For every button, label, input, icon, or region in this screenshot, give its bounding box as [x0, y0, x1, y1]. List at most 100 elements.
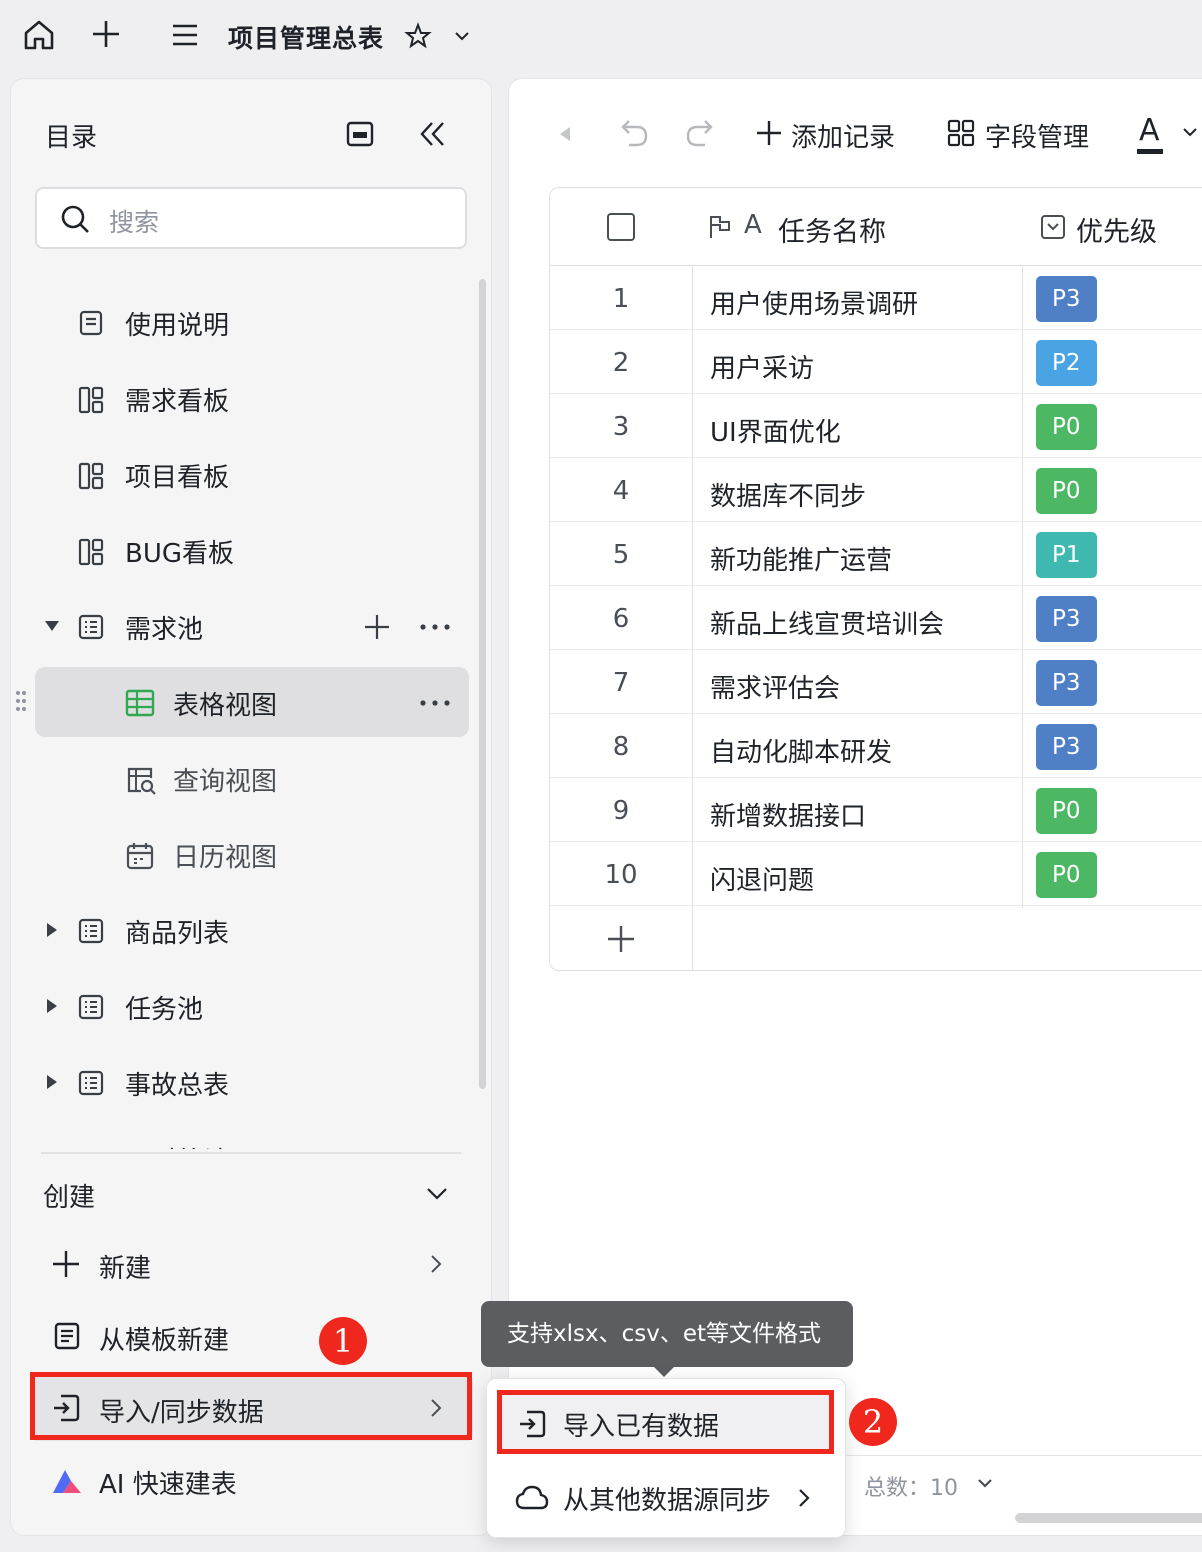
priority-tag[interactable]: P0	[1036, 404, 1097, 450]
priority-tag[interactable]: P0	[1036, 788, 1097, 834]
task-name-cell[interactable]: UI界面优化	[710, 412, 841, 449]
priority-tag[interactable]: P0	[1036, 852, 1097, 898]
priority-tag[interactable]: P3	[1036, 276, 1097, 322]
horizontal-scrollbar[interactable]	[1015, 1513, 1202, 1523]
task-name-cell[interactable]: 新功能推广运营	[710, 540, 892, 577]
add-row-icon[interactable]	[606, 924, 636, 954]
table-list-icon	[77, 613, 105, 641]
caret-right-icon[interactable]	[45, 997, 59, 1015]
priority-tag[interactable]: P2	[1036, 340, 1097, 386]
priority-tag[interactable]: P0	[1036, 468, 1097, 514]
table-row[interactable]: 5 新功能推广运营 P1	[550, 522, 1202, 586]
footer-divider	[839, 1455, 1202, 1456]
add-view-icon[interactable]	[363, 613, 391, 641]
record-total[interactable]: 总数：10	[864, 1470, 992, 1502]
sidebar-item-bug-board[interactable]: BUG看板	[11, 515, 493, 585]
priority-tag[interactable]: P1	[1036, 532, 1097, 578]
minimize-icon[interactable]	[345, 119, 375, 149]
flag-icon	[708, 214, 732, 240]
table-row[interactable]: 8 自动化脚本研发 P3	[550, 714, 1202, 778]
table-row[interactable]: 2 用户采访 P2	[550, 330, 1202, 394]
table-row[interactable]: 4 数据库不同步 P0	[550, 458, 1202, 522]
task-name-cell[interactable]: 新品上线宣贯培训会	[710, 604, 944, 641]
menu-icon[interactable]	[170, 20, 200, 50]
priority-tag[interactable]: P3	[1036, 596, 1097, 642]
single-select-icon	[1040, 214, 1066, 240]
task-name-cell[interactable]: 新增数据接口	[710, 796, 866, 833]
calendar-icon	[125, 841, 155, 871]
caret-right-icon[interactable]	[45, 921, 59, 939]
sync-other-source-item[interactable]: 从其他数据源同步	[501, 1467, 831, 1527]
undo-icon[interactable]	[619, 117, 651, 149]
row-number: 7	[612, 668, 630, 698]
sidebar-item-query-view[interactable]: 查询视图	[11, 743, 493, 813]
sidebar-item-grid-view[interactable]: 表格视图	[35, 667, 469, 737]
sidebar-item-project-board[interactable]: 项目看板	[11, 439, 493, 509]
caret-down-icon[interactable]	[43, 619, 61, 633]
sidebar-item-label: 查询视图	[173, 767, 278, 797]
sidebar-item-demand-pool[interactable]: 需求池	[11, 591, 493, 661]
table-row[interactable]: 1 用户使用场景调研 P3	[550, 266, 1202, 330]
priority-tag[interactable]: P3	[1036, 660, 1097, 706]
priority-tag[interactable]: P3	[1036, 724, 1097, 770]
sidebar-item-task-pool[interactable]: 任务池	[11, 971, 493, 1041]
sidebar-item-calendar-view[interactable]: 日历视图	[11, 819, 493, 889]
record-total-label: 总数：10	[864, 1476, 958, 1501]
caret-right-icon[interactable]	[45, 1073, 59, 1091]
collapse-sidebar-icon[interactable]	[417, 119, 447, 149]
table-row[interactable]: 3 UI界面优化 P0	[550, 394, 1202, 458]
ai-quick-table-button[interactable]: AI 快速建表	[31, 1449, 473, 1513]
more-icon[interactable]	[419, 699, 451, 707]
add-row[interactable]	[550, 906, 1202, 970]
table-list-icon	[77, 993, 105, 1021]
sidebar-item-incident-table[interactable]: 事故总表	[11, 1047, 493, 1117]
ai-logo-icon	[51, 1467, 83, 1495]
sidebar-item-usage[interactable]: 使用说明	[11, 287, 493, 357]
add-record-button[interactable]: 添加记录	[753, 111, 913, 155]
sync-other-label: 从其他数据源同步	[563, 1486, 772, 1516]
back-arrow-icon[interactable]	[557, 125, 573, 143]
chevron-down-icon	[1181, 125, 1199, 141]
sidebar-item-label: 项目看板	[125, 463, 230, 493]
chevron-down-icon[interactable]	[452, 26, 472, 46]
new-button[interactable]: 新建	[31, 1233, 473, 1297]
grid-view-icon	[125, 689, 155, 717]
redo-icon[interactable]	[683, 117, 715, 149]
drag-handle-icon[interactable]	[15, 689, 27, 713]
more-icon[interactable]	[419, 623, 451, 631]
table-row[interactable]: 10 闪退问题 P0	[550, 842, 1202, 906]
task-name-cell[interactable]: 需求评估会	[710, 668, 840, 705]
font-style-button[interactable]: A	[1135, 111, 1202, 155]
sidebar-item-demand-board[interactable]: 需求看板	[11, 363, 493, 433]
highlight-import-sync	[30, 1372, 472, 1440]
field-manage-button[interactable]: 字段管理	[945, 111, 1105, 155]
sidebar-item-product-list[interactable]: 商品列表	[11, 895, 493, 965]
task-name-cell[interactable]: 用户采访	[710, 348, 814, 385]
table-row[interactable]: 9 新增数据接口 P0	[550, 778, 1202, 842]
table-row[interactable]: 7 需求评估会 P3	[550, 650, 1202, 714]
task-name-cell[interactable]: 闪退问题	[710, 860, 814, 897]
home-icon[interactable]	[22, 18, 56, 52]
chevron-down-icon[interactable]	[425, 1183, 449, 1203]
sidebar-item-worktime-clipped[interactable]: 工时统计	[11, 1129, 493, 1149]
chevron-down-icon	[976, 1476, 994, 1492]
document-title: 项目管理总表	[228, 24, 385, 53]
new-from-template-button[interactable]: 从模板新建	[31, 1305, 473, 1369]
column-header-priority[interactable]: 优先级	[1076, 210, 1157, 249]
star-icon[interactable]	[404, 22, 432, 50]
add-icon[interactable]	[90, 18, 122, 50]
kanban-icon	[77, 537, 105, 567]
task-name-cell[interactable]: 用户使用场景调研	[710, 284, 918, 321]
search-input[interactable]: 搜索	[35, 187, 467, 249]
plus-icon	[51, 1249, 81, 1279]
task-name-cell[interactable]: 自动化脚本研发	[710, 732, 892, 769]
table-list-icon	[77, 1069, 105, 1097]
font-underline-bar	[1137, 149, 1163, 154]
row-number: 9	[612, 796, 630, 826]
text-field-icon: A	[744, 210, 762, 240]
table-row[interactable]: 6 新品上线宣贯培训会 P3	[550, 586, 1202, 650]
fields-grid-icon	[947, 119, 975, 147]
select-all-checkbox[interactable]	[607, 213, 635, 241]
task-name-cell[interactable]: 数据库不同步	[710, 476, 866, 513]
column-header-task-name[interactable]: 任务名称	[778, 210, 886, 249]
